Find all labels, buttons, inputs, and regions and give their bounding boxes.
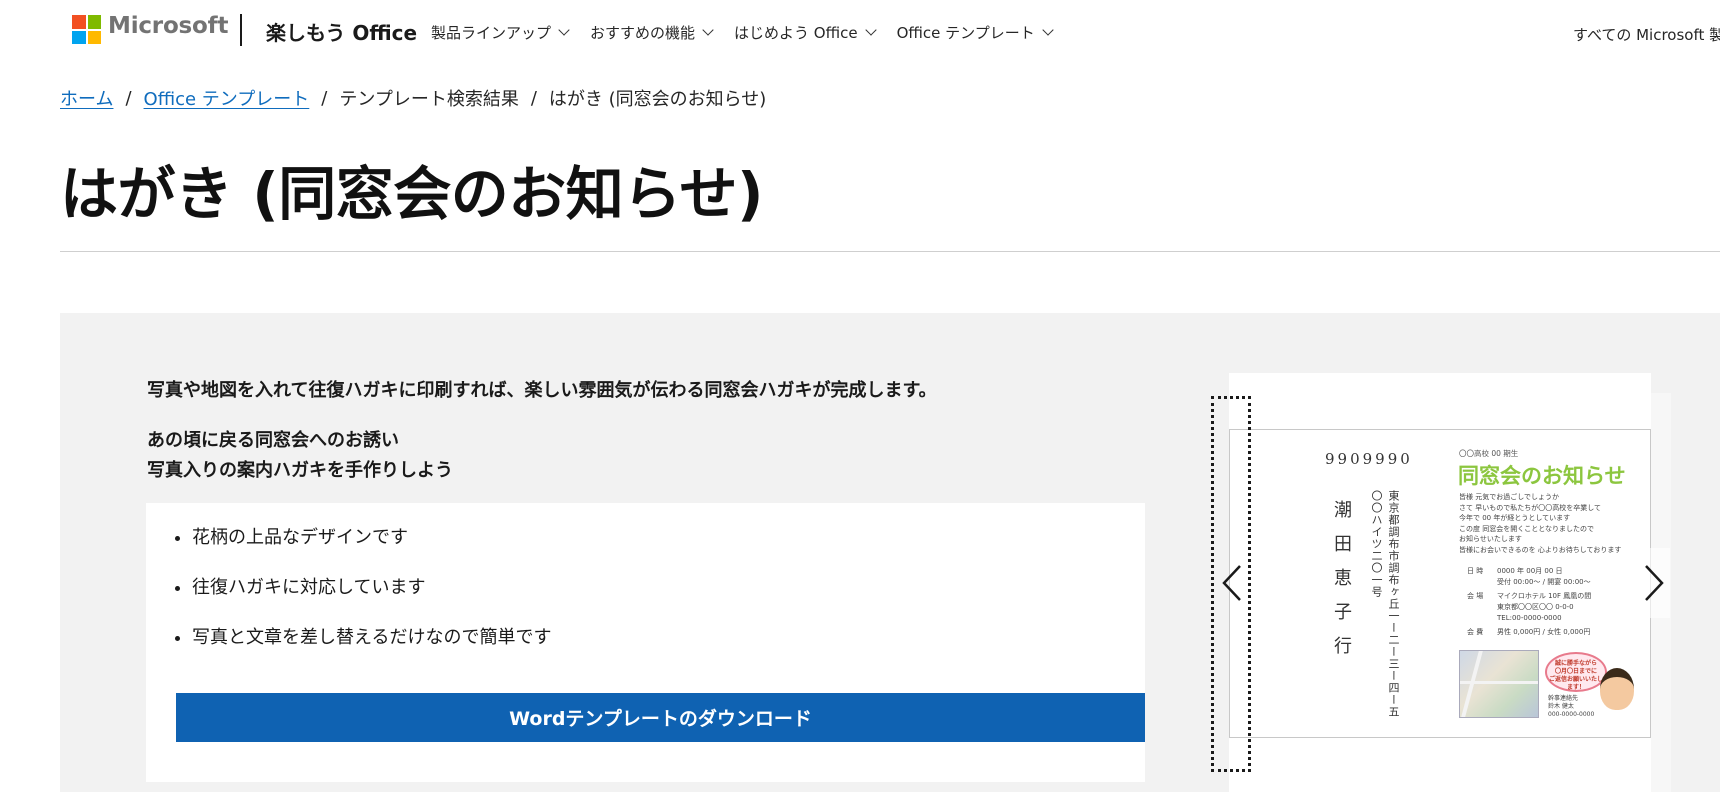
template-tagline-2: 写真入りの案内ハガキを手作りしよう — [147, 460, 453, 481]
contact-line: 鈴木 健太 — [1548, 703, 1574, 710]
bubble-line: ご返信お願いいたし — [1548, 676, 1603, 683]
bubble-line: 〇月〇日までに — [1554, 668, 1597, 675]
logo-square-red — [72, 15, 86, 29]
detail-value: 受付 00:00～ / 開宴 00:00～ — [1497, 578, 1591, 586]
list-item: 往復ハガキに対応しています — [192, 576, 551, 626]
nav-item-features[interactable]: おすすめの機能 — [590, 22, 714, 43]
person-photo-image — [1600, 668, 1634, 710]
bubble-line: ます！ — [1566, 684, 1585, 691]
detail-value: 0000 年 00月 00 日 — [1497, 567, 1563, 575]
chevron-down-icon — [702, 24, 714, 36]
detail-label — [1459, 613, 1497, 623]
postcard-address-line2: 〇〇ハイツ二〇一号 — [1370, 490, 1383, 598]
postcard-contact: 幹事連絡先 鈴木 健太 000-0000-0000 — [1548, 695, 1594, 719]
nav-item-label: おすすめの機能 — [590, 24, 696, 42]
breadcrumb-templates-link[interactable]: Office テンプレート — [144, 85, 310, 111]
site-title-link[interactable]: 楽しもう Office — [266, 17, 417, 46]
nav-item-getting-started[interactable]: はじめよう Office — [734, 22, 877, 43]
postcard-detail-row: 会 費 男性 0,000円 / 女性 0,000円 — [1459, 627, 1591, 637]
speech-bubble: 誠に勝手ながら 〇月〇日までに ご返信お願いいたし ます！ — [1545, 652, 1607, 692]
map-photo-image — [1459, 650, 1539, 718]
title-divider — [60, 251, 1720, 252]
breadcrumb-separator: / — [125, 87, 132, 109]
postcard-body-line: さて 早いもので私たちが〇〇高校を卒業して — [1459, 503, 1602, 512]
microsoft-logo-icon[interactable] — [72, 15, 101, 44]
template-tagline-1: あの頃に戻る同窓会へのお誘い — [147, 430, 399, 451]
detail-value: 東京都〇〇区〇〇 0-0-0 — [1497, 603, 1574, 611]
microsoft-wordmark[interactable]: Microsoft — [108, 13, 228, 39]
feature-list: 花柄の上品なデザインです 往復ハガキに対応しています 写真と文章を差し替えるだけ… — [166, 526, 551, 676]
bubble-line: 誠に勝手ながら — [1554, 660, 1597, 667]
logo-square-blue — [72, 30, 86, 44]
contact-line: 000-0000-0000 — [1548, 711, 1595, 718]
postcard-details: 日 時 0000 年 00月 00 日 受付 00:00～ / 開宴 00:00～… — [1459, 566, 1591, 641]
postcard-detail-row: 会 場 マイクロホテル 10F 鳳凰の間 — [1459, 591, 1591, 601]
postcard-zip: 9909990 — [1325, 450, 1413, 468]
postcard-detail-row: TEL:00-0000-0000 — [1459, 613, 1591, 623]
map-road — [1460, 681, 1538, 684]
breadcrumb-search-results: テンプレート検索結果 — [339, 89, 519, 110]
logo-square-yellow — [87, 30, 101, 44]
list-item: 花柄の上品なデザインです — [192, 526, 551, 576]
detail-value: 男性 0,000円 / 女性 0,000円 — [1497, 628, 1591, 636]
contact-line: 幹事連絡先 — [1548, 695, 1579, 702]
logo-square-green — [87, 15, 101, 29]
detail-value: TEL:00-0000-0000 — [1497, 614, 1562, 622]
chevron-down-icon — [864, 24, 877, 36]
breadcrumb-separator: / — [321, 87, 328, 109]
header-divider — [240, 14, 242, 46]
postcard-class: 〇〇高校 00 期生 — [1459, 449, 1519, 458]
nav-item-label: 製品ラインアップ — [431, 24, 552, 42]
postcard-body-line: お知らせいたします — [1459, 535, 1522, 543]
site-header: Microsoft 楽しもう Office 製品ラインアップ おすすめの機能 は… — [0, 0, 1720, 64]
chevron-left-icon — [1222, 565, 1241, 601]
postcard-detail-row: 東京都〇〇区〇〇 0-0-0 — [1459, 602, 1591, 612]
list-item: 写真と文章を差し替えるだけなので簡単です — [192, 626, 551, 676]
postcard-body-line: 皆様にお会いできるのを 心よりお待ちしております — [1459, 545, 1622, 554]
breadcrumb: ホーム / Office テンプレート / テンプレート検索結果 / はがき (… — [60, 85, 766, 111]
postcard-preview-image: 9909990 東京都調布市調布ヶ丘一ー二ー三ー四ー五 〇〇ハイツ二〇一号 潮田… — [1229, 429, 1651, 738]
postcard-recipient: 潮田恵子行 — [1331, 500, 1352, 670]
chevron-down-icon — [1042, 24, 1054, 36]
postcard-body-line: 今年で 00 年が経とうとしています — [1459, 514, 1571, 522]
detail-value: マイクロホテル 10F 鳳凰の間 — [1497, 592, 1592, 600]
nav-item-label: はじめよう Office — [734, 24, 858, 42]
nav-item-templates[interactable]: Office テンプレート — [896, 22, 1054, 43]
template-preview: 9909990 東京都調布市調布ヶ丘一ー二ー三ー四ー五 〇〇ハイツ二〇一号 潮田… — [1229, 373, 1671, 792]
breadcrumb-home-link[interactable]: ホーム — [60, 85, 113, 111]
postcard-detail-row: 受付 00:00～ / 開宴 00:00～ — [1459, 577, 1591, 587]
download-word-template-button[interactable]: Wordテンプレートのダウンロード — [176, 693, 1145, 742]
postcard-address-line1: 東京都調布市調布ヶ丘一ー二ー三ー四ー五 — [1387, 490, 1400, 718]
breadcrumb-separator: / — [530, 87, 537, 109]
chevron-down-icon — [558, 24, 570, 36]
detail-label: 日 時 — [1467, 567, 1484, 575]
detail-label — [1459, 577, 1497, 587]
all-microsoft-menu[interactable]: すべての Microsoft 製 — [1573, 24, 1720, 45]
carousel-next-button[interactable] — [1630, 548, 1670, 618]
postcard-body-line: 皆様 元気でお過ごしでしょうか — [1459, 493, 1560, 501]
carousel-previous-button[interactable] — [1220, 548, 1250, 618]
detail-label: 会 場 — [1467, 592, 1484, 600]
postcard-body-line: この度 同窓会を開くこととなりましたので — [1459, 524, 1595, 533]
postcard-detail-row: 日 時 0000 年 00月 00 日 — [1459, 566, 1591, 576]
nav-item-label: Office テンプレート — [896, 24, 1035, 42]
map-road — [1461, 651, 1483, 717]
feature-card: 花柄の上品なデザインです 往復ハガキに対応しています 写真と文章を差し替えるだけ… — [146, 503, 1145, 782]
postcard-body: 皆様 元気でお過ごしでしょうか さて 早いもので私たちが〇〇高校を卒業して 今年… — [1459, 492, 1621, 555]
detail-label: 会 費 — [1467, 628, 1484, 636]
detail-label — [1459, 602, 1497, 612]
page-title: はがき (同窓会のお知らせ) — [60, 160, 764, 228]
template-description: 写真や地図を入れて往復ハガキに印刷すれば、楽しい雰囲気が伝わる同窓会ハガキが完成… — [147, 380, 937, 401]
main-nav: 製品ラインアップ おすすめの機能 はじめよう Office Office テンプ… — [431, 22, 1074, 43]
nav-item-products[interactable]: 製品ラインアップ — [431, 22, 570, 43]
postcard-heading: 同窓会のお知らせ — [1458, 464, 1626, 488]
chevron-right-icon — [1645, 565, 1664, 601]
breadcrumb-current: はがき (同窓会のお知らせ) — [548, 89, 767, 110]
